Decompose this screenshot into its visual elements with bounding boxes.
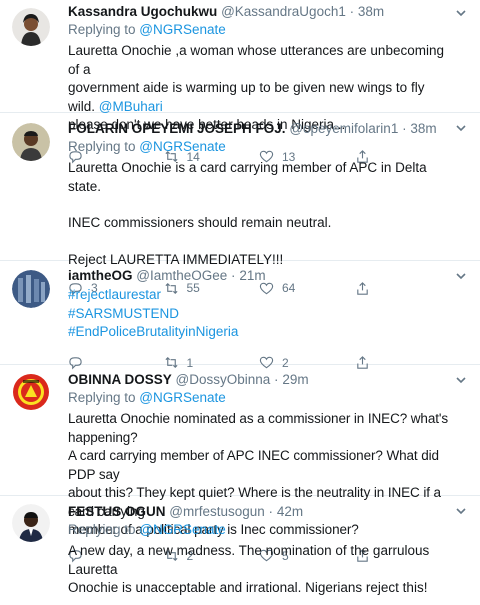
caret-down-icon[interactable]	[454, 504, 468, 518]
avatar[interactable]	[12, 123, 50, 161]
separator-dot: ·	[274, 372, 279, 387]
tweet-line: government aide is warming up to be give…	[68, 79, 450, 116]
tweet-line: Lauretta Onochie ,a woman whose utteranc…	[68, 43, 444, 77]
tweet[interactable]: Kassandra Ugochukwu @KassandraUgoch1 · 3…	[0, 0, 480, 164]
author-handle[interactable]: @DossyObinna	[176, 372, 271, 387]
separator-dot: ·	[349, 4, 355, 19]
avatar[interactable]	[12, 8, 50, 46]
caret-down-icon[interactable]	[454, 6, 468, 20]
tweet[interactable]: FESTUS OGUN @mrfestusogun · 42m Replying…	[0, 496, 480, 605]
tweet-line: A new day, a new madness. The nomination…	[68, 543, 430, 577]
timeline: Kassandra Ugochukwu @KassandraUgoch1 · 3…	[0, 0, 480, 605]
caret-down-icon[interactable]	[454, 269, 468, 283]
tweet[interactable]: OBINNA DOSSY @DossyObinna · 29m Replying…	[0, 365, 480, 563]
author-handle[interactable]: @mrfestusogun	[169, 504, 265, 519]
mention-link[interactable]: @NGRSenate	[139, 139, 226, 154]
avatar[interactable]	[12, 504, 50, 542]
hashtag-link[interactable]: #EndPoliceBrutalityinNigeria	[68, 323, 450, 342]
mention-link[interactable]: @NGRSenate	[139, 390, 226, 405]
tweet[interactable]: iamtheOG @IamtheOGee · 21m #rejectlaures…	[0, 261, 480, 370]
author-name[interactable]: FESTUS OGUN	[68, 504, 166, 519]
tweet-text: Lauretta Onochie is a card carrying memb…	[68, 159, 450, 269]
avatar[interactable]	[12, 373, 50, 411]
separator-dot: ·	[231, 268, 236, 283]
tweet-line: Lauretta Onochie nominated as a commissi…	[68, 411, 449, 445]
tweet-text: A new day, a new madness. The nomination…	[68, 542, 450, 598]
replying-prefix: Replying to	[68, 390, 140, 405]
replying-to: Replying to @NGRSenate	[68, 389, 450, 407]
separator-dot: ·	[268, 504, 274, 519]
mention-link[interactable]: @MBuhari	[99, 99, 163, 114]
timestamp[interactable]: 21m	[239, 268, 265, 283]
tweet-line: A card carrying member of APC INEC commi…	[68, 448, 439, 482]
author-name[interactable]: Kassandra Ugochukwu	[68, 4, 217, 19]
replying-to: Replying to @NGRSenate	[68, 521, 450, 539]
separator-dot: ·	[402, 121, 407, 136]
timestamp[interactable]: 38m	[358, 4, 384, 19]
author-name[interactable]: OBINNA DOSSY	[68, 372, 172, 387]
tweet-paragraph: Lauretta Onochie is a card carrying memb…	[68, 160, 427, 194]
author-handle[interactable]: @opeyemifolarin1	[289, 121, 398, 136]
mention-link[interactable]: @NGRSenate	[139, 22, 226, 37]
tweet-paragraph: INEC commissioners should remain neutral…	[68, 215, 332, 230]
replying-to: Replying to @NGRSenate	[68, 138, 450, 156]
tweet-text: #rejectlaurestar #SARSMUSTEND #EndPolice…	[68, 286, 450, 342]
author-handle[interactable]: @IamtheOGee	[136, 268, 227, 283]
tweet[interactable]: FOLARIN OPEYEMI JOSEPH FOJ. @opeyemifola…	[0, 113, 480, 295]
replying-prefix: Replying to	[68, 139, 140, 154]
replying-prefix: Replying to	[68, 522, 140, 537]
avatar[interactable]	[12, 270, 50, 308]
timestamp[interactable]: 29m	[282, 372, 308, 387]
author-name[interactable]: iamtheOG	[68, 268, 133, 283]
hashtag-link[interactable]: #SARSMUSTEND	[68, 305, 450, 324]
mention-link[interactable]: @NGRSenate	[139, 522, 226, 537]
timestamp[interactable]: 42m	[277, 504, 303, 519]
caret-down-icon[interactable]	[454, 121, 468, 135]
author-name[interactable]: FOLARIN OPEYEMI JOSEPH FOJ.	[68, 121, 286, 136]
replying-prefix: Replying to	[68, 22, 140, 37]
author-handle[interactable]: @KassandraUgoch1	[221, 4, 346, 19]
hashtag-link[interactable]: #rejectlaurestar	[68, 286, 450, 305]
timestamp[interactable]: 38m	[410, 121, 436, 136]
caret-down-icon[interactable]	[454, 373, 468, 387]
tweet-line: Onochie is unacceptable and irrational. …	[68, 580, 428, 595]
replying-to: Replying to @NGRSenate	[68, 21, 450, 39]
